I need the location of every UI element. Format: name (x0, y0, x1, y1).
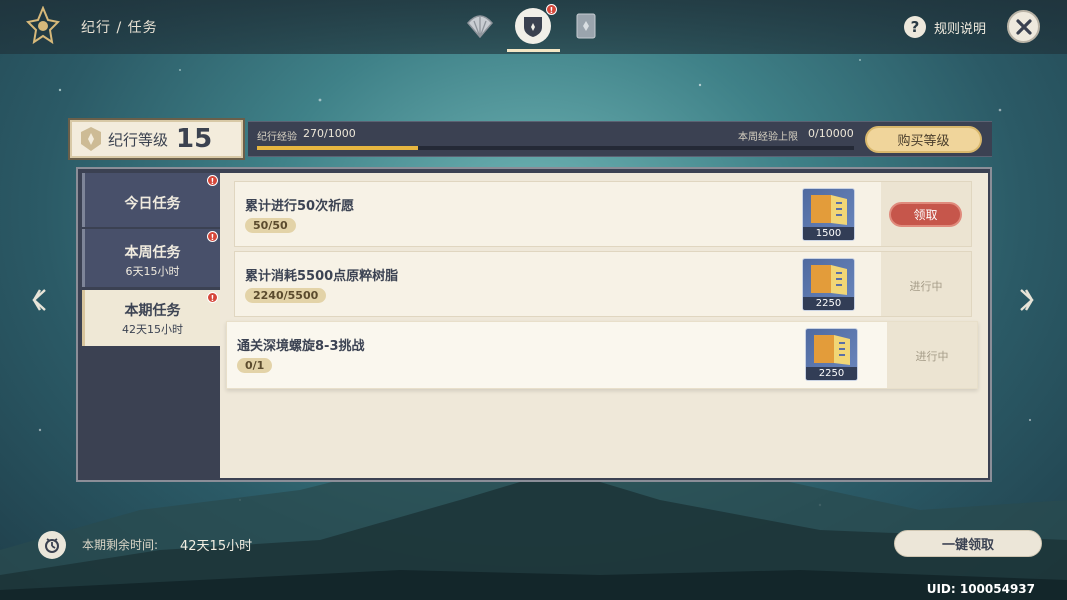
level-label: 纪行等级 (108, 130, 169, 149)
task-progress: 2240/5500 (245, 288, 327, 303)
question-icon: ? (904, 16, 926, 38)
sidebar-item-period-tasks[interactable]: 本期任务 42天15小时 ! (82, 290, 220, 346)
reward-amount: 2250 (803, 297, 854, 310)
remaining-time-value: 42天15小时 (180, 539, 253, 554)
level-emblem-icon (81, 127, 101, 151)
exp-book-icon (811, 195, 847, 225)
sidebar-item-label: 本周任务 (124, 245, 181, 261)
level-value: 15 (176, 124, 213, 154)
battle-pass-logo-icon (26, 6, 60, 45)
sidebar-item-weekly-tasks[interactable]: 本周任务 6天15小时 ! (82, 229, 220, 287)
sidebar-item-label: 本期任务 (124, 303, 181, 319)
task-status-in-progress: 进行中 (915, 350, 949, 363)
exp-reward-item[interactable]: 1500 (802, 188, 855, 241)
experience-bar: 纪行经验 270/1000 本周经验上限 0/10000 购买等级 (248, 121, 992, 157)
reward-amount: 2250 (806, 367, 857, 380)
tab-alert-badge: ! (546, 4, 557, 15)
sidebar-item-daily-tasks[interactable]: 今日任务 ! (82, 173, 220, 227)
task-category-sidebar: 今日任务 ! 本周任务 6天15小时 ! 本期任务 42天15小时 ! (78, 169, 220, 480)
top-bar: 纪行 / 任务 ! ? 规则说明 (0, 0, 1067, 54)
task-title: 累计进行50次祈愿 (245, 199, 355, 214)
hourglass-icon (45, 538, 59, 553)
card-icon (576, 13, 596, 39)
alert-badge: ! (207, 292, 218, 303)
rules-help-button[interactable]: ? 规则说明 (904, 16, 986, 38)
reward-amount: 1500 (803, 227, 854, 240)
exp-reward-item[interactable]: 2250 (805, 328, 858, 381)
exp-book-icon (814, 335, 850, 365)
task-status-column: 进行中 (887, 322, 977, 388)
rules-help-label: 规则说明 (934, 21, 987, 37)
breadcrumb: 纪行 / 任务 (81, 20, 158, 36)
active-tab-indicator (507, 49, 560, 52)
shell-icon (467, 15, 493, 39)
buy-level-button[interactable]: 购买等级 (865, 126, 982, 153)
task-status-column: 进行中 (881, 252, 971, 316)
task-title: 累计消耗5500点原粹树脂 (245, 269, 399, 284)
task-progress: 50/50 (245, 218, 296, 233)
tab-tasks[interactable]: ! (515, 4, 557, 44)
alert-badge: ! (207, 175, 218, 186)
task-status-column: 领取 (881, 182, 971, 246)
uid-label: UID: 100054937 (926, 582, 1035, 596)
exp-progress-fill (257, 146, 419, 150)
task-status-in-progress: 进行中 (909, 280, 943, 293)
exp-book-icon (811, 265, 847, 295)
exp-progress-track (257, 146, 854, 150)
task-progress: 0/1 (237, 358, 273, 373)
sidebar-item-countdown: 42天15小时 (122, 323, 183, 336)
alert-badge: ! (207, 231, 218, 242)
close-icon (1015, 18, 1032, 35)
close-button[interactable] (1007, 10, 1040, 43)
sidebar-item-label: 今日任务 (124, 196, 181, 212)
shield-icon (524, 17, 542, 37)
task-row-highlighted: 通关深境螺旋8-3挑战 0/1 2250 进行中 (226, 321, 978, 389)
task-title: 通关深境螺旋8-3挑战 (237, 339, 365, 354)
tab-card[interactable] (568, 8, 604, 44)
task-panel: 今日任务 ! 本周任务 6天15小时 ! 本期任务 42天15小时 ! 累计进行… (76, 167, 992, 482)
tab-shell[interactable] (462, 8, 498, 44)
remaining-time-label: 本期剩余时间: (82, 538, 159, 552)
weekly-cap-value: 0/10000 (808, 127, 854, 140)
previous-page-arrow-icon[interactable] (30, 288, 50, 312)
timer-icon (38, 531, 66, 559)
task-list: 累计进行50次祈愿 50/50 1500 领取 累计消耗5500点原粹树脂 22… (220, 173, 988, 478)
sidebar-item-countdown: 6天15小时 (125, 265, 180, 278)
claim-button[interactable]: 领取 (889, 202, 962, 227)
exp-reward-item[interactable]: 2250 (802, 258, 855, 311)
claim-all-button[interactable]: 一键领取 (894, 530, 1042, 557)
weekly-cap-label: 本周经验上限 (738, 132, 798, 143)
next-page-arrow-icon[interactable] (1016, 288, 1036, 312)
task-row: 累计消耗5500点原粹树脂 2240/5500 2250 进行中 (234, 251, 972, 317)
exp-value: 270/1000 (303, 127, 356, 140)
exp-label: 纪行经验 (257, 132, 297, 143)
level-panel: 纪行等级 15 (68, 118, 245, 160)
task-row: 累计进行50次祈愿 50/50 1500 领取 (234, 181, 972, 247)
